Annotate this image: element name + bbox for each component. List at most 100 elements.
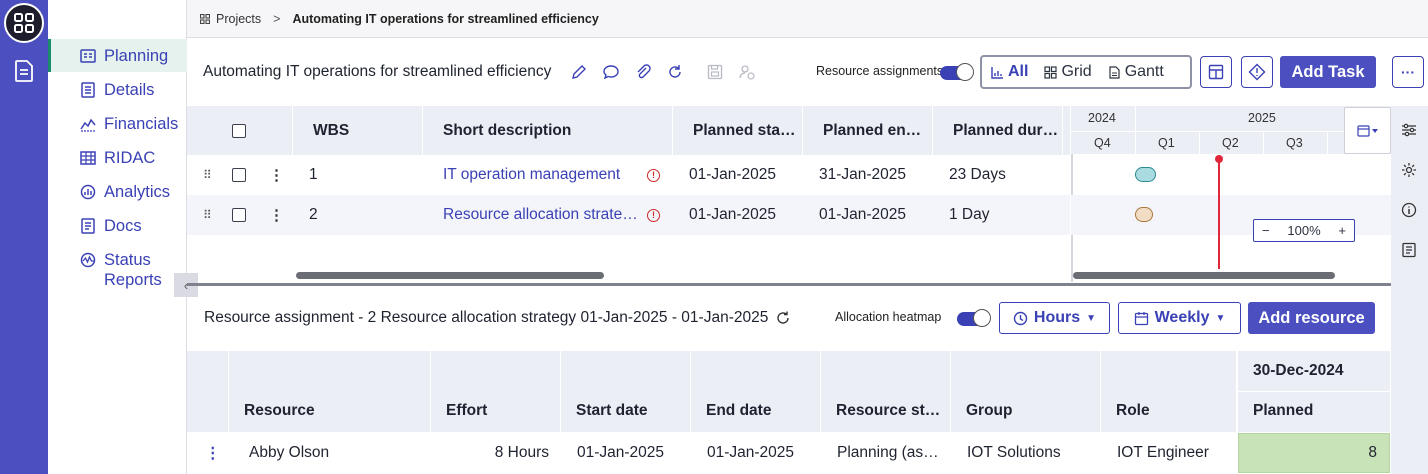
save-icon — [707, 64, 723, 80]
table-horizontal-scrollbar[interactable] — [296, 272, 604, 279]
gantt-zoom-control: − 100% + — [1253, 219, 1355, 242]
breadcrumb-projects-link[interactable]: Projects — [216, 12, 261, 26]
gantt-task-bar[interactable] — [1135, 207, 1153, 222]
document-icon — [1109, 65, 1120, 79]
zoom-in-button[interactable]: + — [1338, 223, 1346, 238]
column-header-group[interactable]: Group — [951, 351, 1101, 432]
breadcrumb: Projects > Automating IT operations for … — [187, 0, 1428, 38]
table-row[interactable] — [187, 155, 1070, 195]
project-title: Automating IT operations for streamlined… — [203, 63, 552, 80]
cell-effort[interactable]: 8 Hours — [431, 432, 549, 474]
column-header-planned-duration[interactable]: Planned dur… — [933, 106, 1063, 155]
nav-item-analytics[interactable]: Analytics — [48, 182, 187, 202]
calendar-icon — [1134, 311, 1148, 325]
gantt-quarter-label: Q4 — [1094, 136, 1111, 150]
allocation-heatmap-label: Allocation heatmap — [835, 310, 942, 324]
milestone-button[interactable] — [1241, 56, 1273, 88]
refresh-icon[interactable] — [775, 310, 791, 326]
toggle-knob — [956, 63, 974, 81]
more-icon: ··· — [1401, 64, 1415, 80]
task-link[interactable]: IT operation management — [443, 155, 620, 195]
allocation-heatmap-toggle[interactable] — [957, 309, 991, 327]
nav-item-status-reports[interactable]: Status Reports — [48, 250, 187, 290]
select-all-checkbox[interactable] — [232, 124, 246, 138]
column-header-planned-start[interactable]: Planned sta… — [673, 106, 803, 155]
attachment-icon[interactable] — [634, 63, 652, 81]
cell-wbs: 2 — [309, 206, 318, 223]
cell-planned-end: 31-Jan-2025 — [819, 166, 907, 183]
view-all-button[interactable]: All — [991, 63, 1028, 81]
view-grid-button[interactable]: Grid — [1044, 63, 1092, 81]
view-gantt-button[interactable]: Gantt — [1108, 63, 1164, 81]
cell-resource-status: Planning (as… — [837, 444, 939, 461]
status-reports-icon — [80, 252, 96, 268]
drag-handle-icon[interactable]: ⠿ — [203, 195, 212, 235]
nav-item-financials[interactable]: Financials — [48, 114, 187, 134]
gantt-task-bar[interactable] — [1135, 167, 1156, 182]
info-icon[interactable] — [1401, 202, 1417, 218]
gantt-year-label: 2024 — [1088, 111, 1116, 125]
document-icon[interactable] — [14, 60, 34, 82]
nav-item-details[interactable]: Details — [48, 80, 187, 100]
today-line — [1218, 159, 1220, 269]
nav-item-ridac[interactable]: RIDAC — [48, 148, 187, 168]
row-checkbox[interactable] — [232, 168, 246, 182]
column-header-resource-status[interactable]: Resource st… — [821, 351, 951, 432]
resource-panel-title: Resource assignment - 2 Resource allocat… — [204, 309, 769, 326]
clock-icon — [1013, 311, 1028, 325]
row-menu-icon[interactable]: ⋮ — [205, 432, 221, 474]
edit-icon[interactable] — [570, 63, 588, 81]
nav-item-docs[interactable]: Docs — [48, 216, 187, 236]
comment-icon[interactable] — [602, 63, 620, 81]
weekly-label: Weekly — [1154, 309, 1210, 326]
nav-label: Details — [104, 81, 155, 99]
apps-menu-icon[interactable] — [4, 3, 44, 43]
hours-dropdown[interactable]: Hours ▼ — [999, 302, 1110, 334]
cell-planned-heat[interactable]: 8 — [1238, 433, 1390, 473]
gantt-calendar-button[interactable] — [1344, 107, 1391, 154]
warning-icon[interactable]: ! — [647, 169, 660, 182]
chevron-down-icon: ▼ — [1215, 312, 1226, 324]
filter-settings-icon[interactable] — [1401, 122, 1417, 138]
nav-label: Analytics — [104, 183, 171, 201]
cell-planned-start: 01-Jan-2025 — [689, 166, 777, 183]
column-header-effort[interactable]: Effort — [431, 351, 561, 432]
more-options-button[interactable]: ··· — [1392, 56, 1424, 88]
notes-icon[interactable] — [1401, 242, 1417, 258]
task-link[interactable]: Resource allocation strate… — [443, 195, 638, 235]
row-menu-icon[interactable]: ⋮ — [269, 195, 284, 235]
drag-handle-icon[interactable]: ⠿ — [203, 155, 212, 195]
panel-splitter[interactable] — [187, 283, 1391, 286]
column-header-role[interactable]: Role — [1101, 351, 1237, 432]
zoom-out-button[interactable]: − — [1262, 223, 1270, 238]
cell-start-date[interactable]: 01-Jan-2025 — [577, 432, 664, 474]
financials-icon — [80, 118, 96, 132]
add-resource-button[interactable]: Add resource — [1248, 302, 1375, 334]
warning-icon[interactable]: ! — [647, 209, 660, 222]
column-header-resource[interactable]: Resource — [229, 351, 431, 432]
weekly-dropdown[interactable]: Weekly ▼ — [1118, 302, 1241, 334]
add-task-button[interactable]: Add Task — [1280, 56, 1376, 88]
gantt-horizontal-scrollbar[interactable] — [1073, 272, 1335, 279]
row-menu-icon[interactable]: ⋮ — [269, 155, 284, 195]
column-header-wbs[interactable]: WBS — [292, 106, 423, 155]
column-header-start-date[interactable]: Start date — [561, 351, 691, 432]
column-header-actions — [187, 351, 229, 432]
cell-resource: Abby Olson — [249, 444, 330, 461]
cell-end-date[interactable]: 01-Jan-2025 — [707, 432, 794, 474]
gear-icon[interactable] — [1401, 162, 1417, 178]
refresh-icon[interactable] — [666, 63, 684, 81]
resource-assignments-toggle[interactable] — [940, 63, 974, 81]
column-header-end-date[interactable]: End date — [691, 351, 821, 432]
layout-icon — [1208, 64, 1224, 80]
row-checkbox[interactable] — [232, 208, 246, 222]
view-all-label: All — [1008, 63, 1029, 80]
resource-assignments-label: Resource assignments — [816, 64, 944, 78]
cell-planned-start: 01-Jan-2025 — [689, 206, 777, 223]
nav-item-planning[interactable]: Planning — [48, 39, 187, 72]
hours-label: Hours — [1033, 309, 1081, 326]
nav-label: Planning — [104, 46, 169, 65]
layout-button[interactable] — [1200, 56, 1232, 88]
column-header-planned-end[interactable]: Planned en… — [803, 106, 933, 155]
column-header-description[interactable]: Short description — [423, 106, 673, 155]
